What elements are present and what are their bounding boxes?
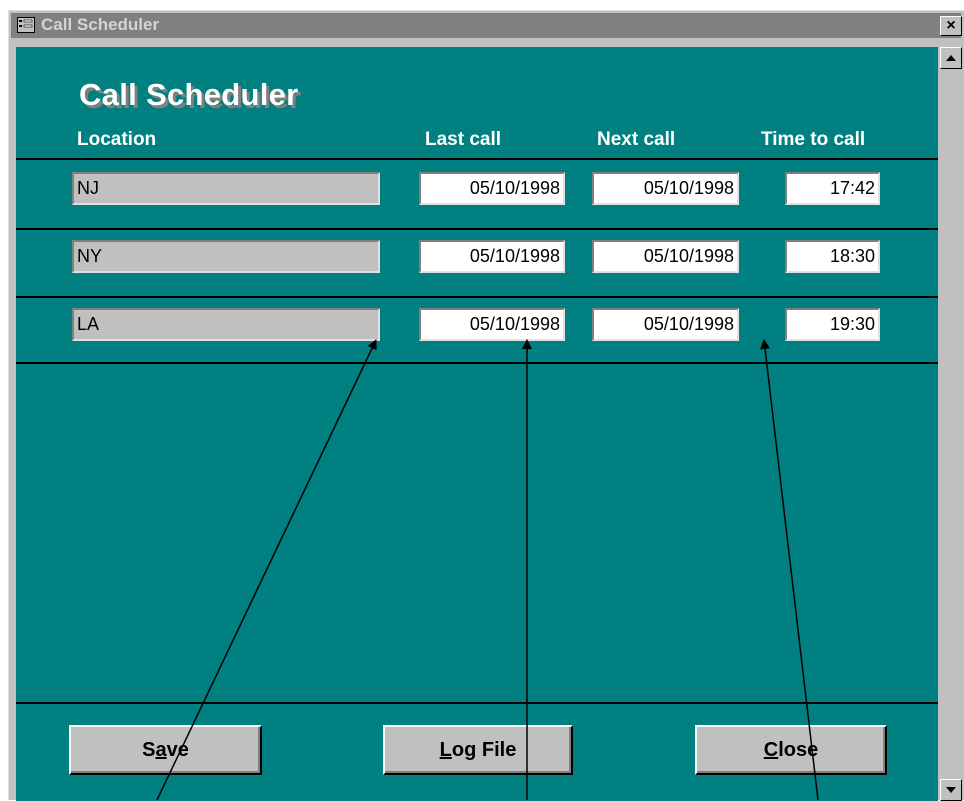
header-next-call: Next call xyxy=(597,129,676,150)
location-field[interactable]: NY xyxy=(72,240,380,273)
divider xyxy=(16,158,938,160)
divider xyxy=(16,362,938,364)
form-icon xyxy=(17,17,35,33)
header-location: Location xyxy=(77,129,157,150)
divider xyxy=(16,296,938,298)
header-time-to-call: Time to call xyxy=(761,129,866,150)
time-to-call-field[interactable]: 18:30 xyxy=(785,240,880,273)
time-to-call-field[interactable]: 19:30 xyxy=(785,308,880,341)
location-field[interactable]: LA xyxy=(72,308,380,341)
location-field[interactable]: NJ xyxy=(72,172,380,205)
next-call-field[interactable]: 05/10/1998 xyxy=(592,240,739,273)
form-title: Call Scheduler xyxy=(79,77,299,112)
time-to-call-field[interactable]: 17:42 xyxy=(785,172,880,205)
window-title: Call Scheduler xyxy=(41,15,160,34)
vertical-scrollbar[interactable] xyxy=(940,47,962,801)
scroll-up-icon[interactable] xyxy=(940,47,962,69)
scroll-track[interactable] xyxy=(940,69,962,779)
call-scheduler-window: Call Scheduler × Call Scheduler Location… xyxy=(8,10,964,801)
divider xyxy=(16,228,938,230)
save-button[interactable]: Save xyxy=(69,725,262,775)
close-button[interactable]: Close xyxy=(695,725,887,775)
log-file-button[interactable]: Log File xyxy=(383,725,573,775)
close-icon[interactable]: × xyxy=(940,16,962,36)
next-call-field[interactable]: 05/10/1998 xyxy=(592,172,739,205)
last-call-field[interactable]: 05/10/1998 xyxy=(419,308,565,341)
header-last-call: Last call xyxy=(425,129,502,150)
divider xyxy=(16,702,938,704)
form-body: Call Scheduler Location Last call Next c… xyxy=(16,47,938,801)
scroll-down-icon[interactable] xyxy=(940,779,962,801)
next-call-field[interactable]: 05/10/1998 xyxy=(592,308,739,341)
title-bar[interactable]: Call Scheduler × xyxy=(11,13,962,38)
last-call-field[interactable]: 05/10/1998 xyxy=(419,240,565,273)
last-call-field[interactable]: 05/10/1998 xyxy=(419,172,565,205)
